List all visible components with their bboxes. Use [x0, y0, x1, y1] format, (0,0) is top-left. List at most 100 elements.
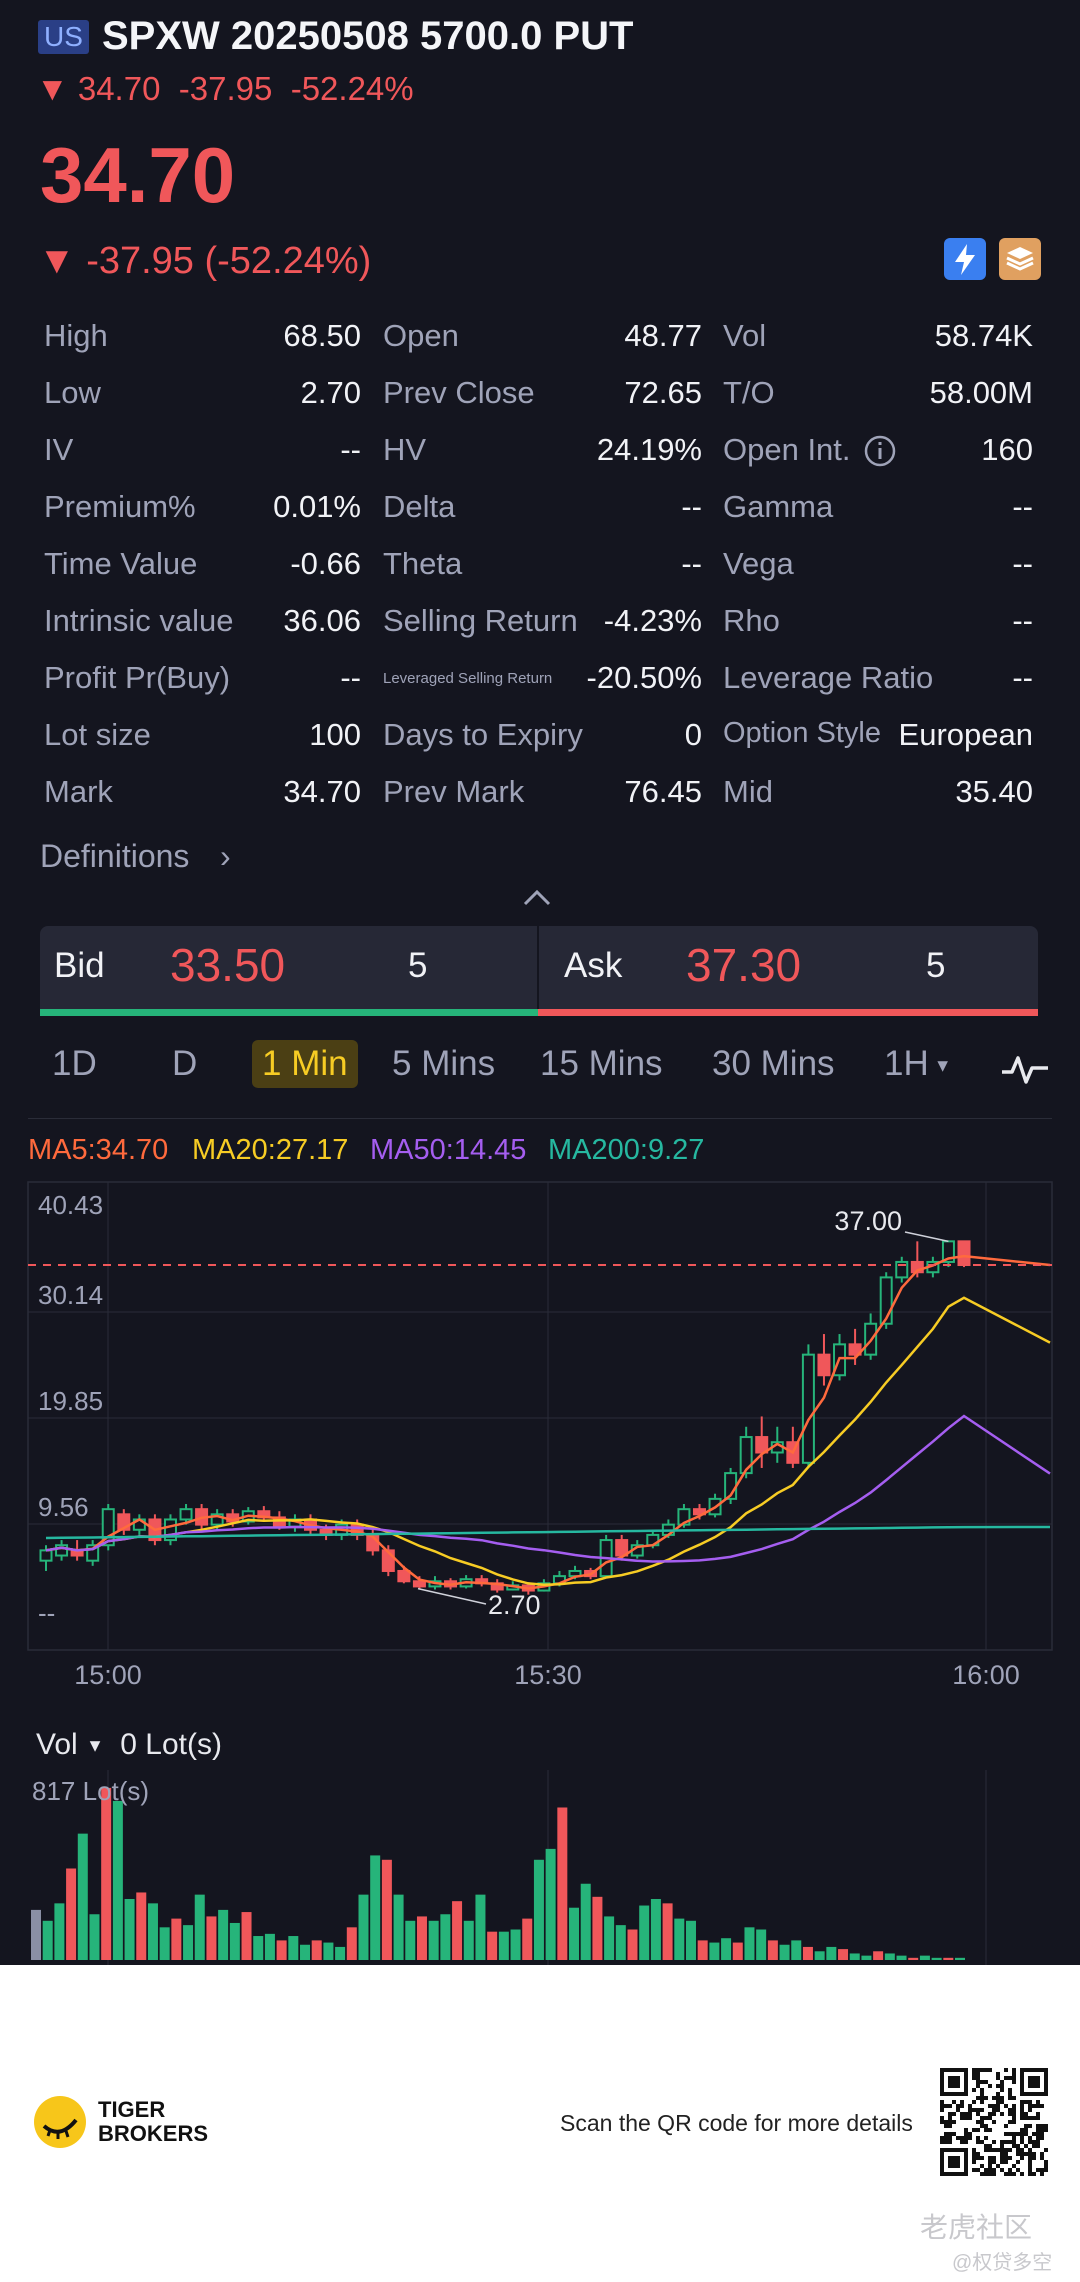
volume-bar — [159, 1927, 170, 1960]
stat-label: Lot size — [44, 717, 151, 752]
volume-bar — [662, 1903, 673, 1960]
volume-bar — [54, 1903, 65, 1960]
qr-module — [1024, 2100, 1028, 2104]
price-change-text: -37.95 (-52.24%) — [86, 240, 372, 282]
lightning-icon[interactable] — [944, 238, 986, 280]
volume-bar — [767, 1940, 778, 1960]
qr-module — [1012, 2140, 1016, 2144]
tab-1h[interactable]: 1H ▼ — [874, 1040, 962, 1088]
qr-module — [948, 2120, 952, 2124]
qr-module — [1004, 2152, 1008, 2156]
page-title: SPXW 20250508 5700.0 PUT — [102, 14, 634, 58]
qr-module — [1020, 2108, 1024, 2112]
qr-module — [972, 2148, 976, 2152]
volume-bar — [919, 1955, 930, 1960]
layers-icon[interactable] — [999, 238, 1041, 280]
stat-value: 48.77 — [624, 318, 702, 353]
qr-module — [1016, 2152, 1020, 2156]
qr-module — [988, 2172, 992, 2176]
volume-header[interactable]: Vol ▼ 0 Lot(s) — [36, 1728, 222, 1762]
qr-module — [1028, 2172, 1032, 2176]
qr-module — [944, 2104, 948, 2108]
qr-module — [960, 2140, 964, 2144]
qr-module — [996, 2072, 1000, 2076]
ask-price[interactable]: 37.30 — [686, 938, 801, 992]
chevron-up-icon[interactable] — [522, 886, 551, 908]
tab-15-mins[interactable]: 15 Mins — [530, 1040, 673, 1088]
volume-bar — [650, 1898, 661, 1960]
qr-module — [940, 2120, 944, 2124]
stats-row: Intrinsic value 36.06 Selling Return -4.23%… — [0, 603, 1080, 643]
qr-finder-core — [948, 2156, 960, 2168]
volume-bar — [791, 1940, 802, 1960]
qr-code-icon[interactable] — [940, 2068, 1048, 2176]
watermark-author: @权贷多空 — [952, 2252, 1053, 2274]
qr-module — [1020, 2116, 1024, 2120]
qr-module — [1036, 2104, 1040, 2108]
qr-module — [996, 2104, 1000, 2108]
qr-module — [972, 2160, 976, 2164]
y-tick-label: -- — [38, 1598, 55, 1628]
stat-label: Selling Return — [383, 603, 578, 638]
qr-module — [976, 2096, 980, 2100]
qr-module — [972, 2088, 976, 2092]
tab-1-min[interactable]: 1 Min — [252, 1040, 358, 1088]
qr-module — [1016, 2148, 1020, 2152]
stats-row: Profit Pr(Buy) -- Leveraged Selling Return… — [0, 660, 1080, 700]
bid-price[interactable]: 33.50 — [170, 938, 285, 992]
ask-depth-bar — [538, 1009, 1038, 1016]
volume-bar — [896, 1955, 907, 1960]
qr-module — [1028, 2160, 1032, 2164]
qr-module — [1032, 2132, 1036, 2136]
volume-bar — [884, 1953, 895, 1960]
qr-module — [1004, 2140, 1008, 2144]
qr-module — [1036, 2124, 1040, 2128]
qr-module — [1016, 2132, 1020, 2136]
qr-module — [972, 2168, 976, 2172]
volume-bar — [955, 1957, 965, 1960]
tab-30-mins[interactable]: 30 Mins — [702, 1040, 845, 1088]
qr-module — [1012, 2072, 1016, 2076]
qr-module — [1036, 2140, 1040, 2144]
candlestick-chart[interactable]: 40.43 30.14 19.85 9.56 -- 15:00 15:30 16:00 37.0… — [0, 1170, 1080, 1710]
tab-1d[interactable]: 1D — [42, 1040, 107, 1088]
qr-module — [1012, 2080, 1016, 2084]
volume-bar — [89, 1914, 100, 1960]
volume-bar — [510, 1929, 521, 1960]
qr-module — [1028, 2124, 1032, 2128]
volume-bar — [381, 1859, 392, 1960]
qr-module — [948, 2132, 952, 2136]
volume-bar — [814, 1951, 825, 1960]
volume-bar — [311, 1940, 322, 1960]
qr-module — [1040, 2152, 1044, 2156]
chevron-right-icon[interactable]: › — [220, 838, 231, 875]
qr-module — [1008, 2120, 1012, 2124]
qr-module — [984, 2148, 988, 2152]
volume-bar — [346, 1927, 357, 1960]
tab-d[interactable]: D — [162, 1040, 207, 1088]
qr-finder-core — [1028, 2076, 1040, 2088]
indicator-wave-icon[interactable] — [1000, 1052, 1050, 1093]
stat-value: 24.19% — [596, 432, 702, 467]
qr-module — [948, 2116, 952, 2120]
qr-module — [1020, 2172, 1024, 2176]
qr-module — [1000, 2152, 1004, 2156]
qr-module — [944, 2124, 948, 2128]
qr-module — [940, 2100, 944, 2104]
qr-module — [996, 2148, 1000, 2152]
stats-row: Lot size 100 Days to Expiry 0 Option Style Eu… — [0, 717, 1080, 757]
volume-bar — [569, 1907, 580, 1960]
qr-module — [988, 2148, 992, 2152]
stats-row: Premium% 0.01% Delta -- Gamma -- — [0, 489, 1080, 529]
info-icon[interactable] — [863, 434, 897, 476]
qr-module — [984, 2172, 988, 2176]
qr-module — [972, 2068, 976, 2072]
definitions-link[interactable]: Definitions — [40, 838, 189, 875]
stat-label: HV — [383, 432, 427, 467]
tab-5-mins[interactable]: 5 Mins — [382, 1040, 505, 1088]
qr-module — [960, 2136, 964, 2140]
volume-bar — [756, 1929, 767, 1960]
volume-bar — [498, 1931, 509, 1960]
qr-module — [948, 2112, 952, 2116]
x-tick-label: 15:00 — [74, 1660, 142, 1690]
